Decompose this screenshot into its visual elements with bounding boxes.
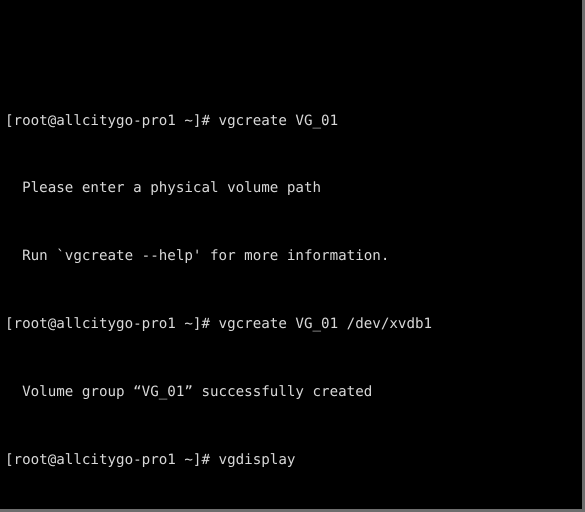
terminal-screen: [root@allcitygo-pro1 ~]# vgcreate VG_01 … <box>5 0 580 509</box>
terminal-line-error-missing-path: Please enter a physical volume path <box>5 180 322 197</box>
terminal-line-command-1: [root@allcitygo-pro1 ~]# vgcreate VG_01 <box>5 113 580 130</box>
terminal-line-error-help-hint: Run `vgcreate --help' for more informati… <box>5 248 390 265</box>
terminal-line-partial-top <box>5 45 580 62</box>
terminal-line-command-3: [root@allcitygo-pro1 ~]# vgdisplay <box>5 452 580 469</box>
terminal-line-success-created: Volume group “VG_01” successfully create… <box>5 383 373 400</box>
terminal-window[interactable]: [root@allcitygo-pro1 ~]# vgcreate VG_01 … <box>0 0 585 512</box>
shell-prompt: [root@allcitygo-pro1 ~]# <box>5 316 219 333</box>
shell-prompt: [root@allcitygo-pro1 ~]# <box>5 451 219 468</box>
command-vgcreate-no-path: vgcreate VG_01 <box>218 112 339 129</box>
terminal-line-command-2: [root@allcitygo-pro1 ~]# vgcreate VG_01 … <box>5 316 580 333</box>
command-vgcreate-with-path: vgcreate VG_01 /dev/xvdb1 <box>218 316 433 333</box>
command-vgdisplay: vgdisplay <box>218 451 296 468</box>
shell-prompt: [root@allcitygo-pro1 ~]# <box>5 112 219 129</box>
